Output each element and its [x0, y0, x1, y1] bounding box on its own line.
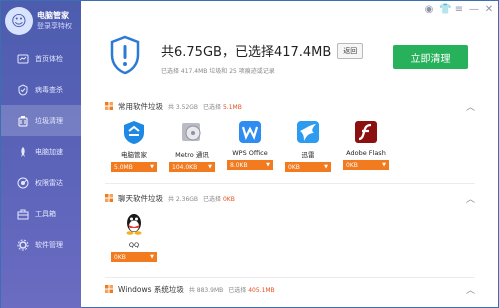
app-item[interactable]: Metro 通讯 104.0KB ▼ [163, 119, 221, 172]
sidebar-item-radar[interactable]: 权限雷达 [1, 167, 81, 198]
app-name: QQ [128, 241, 140, 249]
app-size: 5.0MB [114, 163, 133, 171]
chat-category-icon [105, 194, 113, 202]
sidebar-item-home[interactable]: 首页体检 [1, 43, 81, 74]
metro-icon [179, 119, 205, 145]
section-selected: 0KB [222, 195, 235, 203]
gear-icon [17, 239, 29, 250]
sidebar-item-label: 首页体检 [35, 54, 63, 63]
divider [105, 277, 475, 278]
app-name: 电脑管家 [121, 151, 147, 159]
sidebar-nav: 首页体检 病毒查杀 垃圾清理 电脑加速 权限雷达 工具箱 软件管理 [1, 43, 81, 260]
divider [105, 183, 475, 184]
sidebar-item-label: 权限雷达 [35, 178, 63, 187]
section-size: 共 2.36GB [168, 195, 199, 203]
section-windows-system: Windows 系统垃圾 共 883.9MB 已选择 405.1MB ︿ [105, 282, 475, 298]
thunder-icon [295, 119, 321, 145]
caret-down-icon: ▼ [324, 164, 328, 170]
app-item[interactable]: WPS Office 8.0KB ▼ [221, 119, 279, 172]
section-title: 聊天软件垃圾 [118, 193, 163, 203]
chevron-up-icon[interactable]: ︿ [466, 283, 475, 296]
sidebar-item-toolbox[interactable]: 工具箱 [1, 198, 81, 229]
sidebar-item-software[interactable]: 软件管理 [1, 229, 81, 260]
app-list: QQ 0KB ▼ [105, 211, 163, 262]
caret-down-icon: ▼ [208, 164, 212, 170]
app-item[interactable]: 电脑管家 5.0MB ▼ [105, 119, 163, 172]
radar-icon [17, 177, 29, 188]
software-category-icon [105, 102, 113, 110]
app-item[interactable]: 迅雷 0KB ▼ [279, 119, 337, 172]
app-name: Metro 通讯 [175, 151, 209, 159]
windows-category-icon [105, 285, 113, 293]
virus-icon [18, 83, 28, 96]
size-dropdown[interactable]: 104.0KB ▼ [169, 162, 215, 172]
caret-down-icon: ▼ [382, 162, 386, 168]
login-link[interactable]: 登录享特权 [37, 21, 72, 32]
app-size: 104.0KB [172, 163, 198, 171]
app-list: 电脑管家 5.0MB ▼ Metro 通讯 104.0KB ▼ WPS Office… [105, 119, 395, 172]
section-size: 共 3.52GB [168, 103, 199, 111]
section-selected-label: 已选择 [203, 195, 222, 203]
app-item[interactable]: QQ 0KB ▼ [105, 211, 163, 262]
tencent-pc-manager-icon [121, 119, 147, 145]
sidebar-item-label: 电脑加速 [35, 147, 63, 156]
size-dropdown[interactable]: 8.0KB ▼ [227, 160, 273, 170]
app-name: Adobe Flash [346, 149, 386, 157]
app-size: 8.0KB [230, 161, 248, 169]
app-size: 0KB [114, 253, 126, 261]
app-item[interactable]: Adobe Flash 0KB ▼ [337, 119, 395, 172]
summary-title: 共6.75GB，已选择417.4MB [161, 45, 332, 60]
section-common-software: 常用软件垃圾 共 3.52GB 已选择 5.1MB ︿ 电脑管家 5.0MB ▼ [105, 99, 475, 177]
section-chat-software: 聊天软件垃圾 共 2.36GB 已选择 0KB ︿ QQ 0KB ▼ [105, 191, 475, 269]
app-title: 电脑管家 [37, 11, 69, 20]
shield-warning-icon [110, 35, 140, 75]
rocket-icon [21, 146, 25, 157]
main-panel: 共6.75GB，已选择417.4MB 返回 已选择 417.4MB 垃圾和 25… [81, 1, 499, 308]
sidebar-item-label: 软件管理 [35, 240, 63, 249]
section-selected-label: 已选择 [228, 286, 247, 294]
sidebar-item-label: 工具箱 [35, 209, 56, 218]
section-selected: 405.1MB [248, 286, 275, 294]
size-dropdown[interactable]: 0KB ▼ [285, 162, 331, 172]
size-dropdown[interactable]: 5.0MB ▼ [111, 162, 157, 172]
size-dropdown[interactable]: 0KB ▼ [111, 252, 157, 262]
toolbox-icon [17, 209, 29, 219]
sidebar-item-label: 病毒查杀 [35, 85, 63, 94]
profile[interactable]: ☺ 电脑管家 登录享特权 [1, 1, 81, 41]
section-size: 共 883.9MB [188, 286, 224, 294]
qq-icon [121, 211, 147, 237]
app-name: 迅雷 [301, 151, 315, 159]
app-size: 0KB [346, 161, 358, 169]
home-icon [17, 54, 29, 63]
size-dropdown[interactable]: 0KB ▼ [343, 160, 389, 170]
avatar[interactable]: ☺ [5, 7, 33, 35]
summary-subtitle: 已选择 417.4MB 垃圾和 25 项痕迹或记录 [161, 68, 275, 75]
caret-down-icon: ▼ [150, 164, 154, 170]
clean-now-button[interactable]: 立即清理 [393, 45, 468, 69]
app-size: 0KB [288, 163, 300, 171]
section-selected: 5.1MB [222, 103, 242, 111]
back-button[interactable]: 返回 [337, 42, 364, 59]
app-window: ☺ 电脑管家 登录享特权 首页体检 病毒查杀 垃圾清理 电脑加速 权限雷达 工具… [0, 0, 499, 308]
chevron-up-icon[interactable]: ︿ [466, 192, 475, 205]
section-title: Windows 系统垃圾 [118, 284, 184, 294]
broom-icon [18, 115, 28, 126]
section-selected-label: 已选择 [203, 103, 222, 111]
sidebar-item-speedup[interactable]: 电脑加速 [1, 136, 81, 167]
caret-down-icon: ▼ [150, 254, 154, 260]
sidebar-item-clean[interactable]: 垃圾清理 [1, 105, 81, 136]
section-title: 常用软件垃圾 [118, 101, 163, 111]
app-name: WPS Office [232, 149, 268, 157]
caret-down-icon: ▼ [266, 162, 270, 168]
flash-icon [353, 119, 379, 145]
sidebar-item-virus[interactable]: 病毒查杀 [1, 74, 81, 105]
sidebar: ☺ 电脑管家 登录享特权 首页体检 病毒查杀 垃圾清理 电脑加速 权限雷达 工具… [1, 1, 81, 308]
sidebar-item-label: 垃圾清理 [35, 116, 63, 125]
chevron-up-icon[interactable]: ︿ [466, 100, 475, 113]
wps-icon [237, 119, 263, 145]
